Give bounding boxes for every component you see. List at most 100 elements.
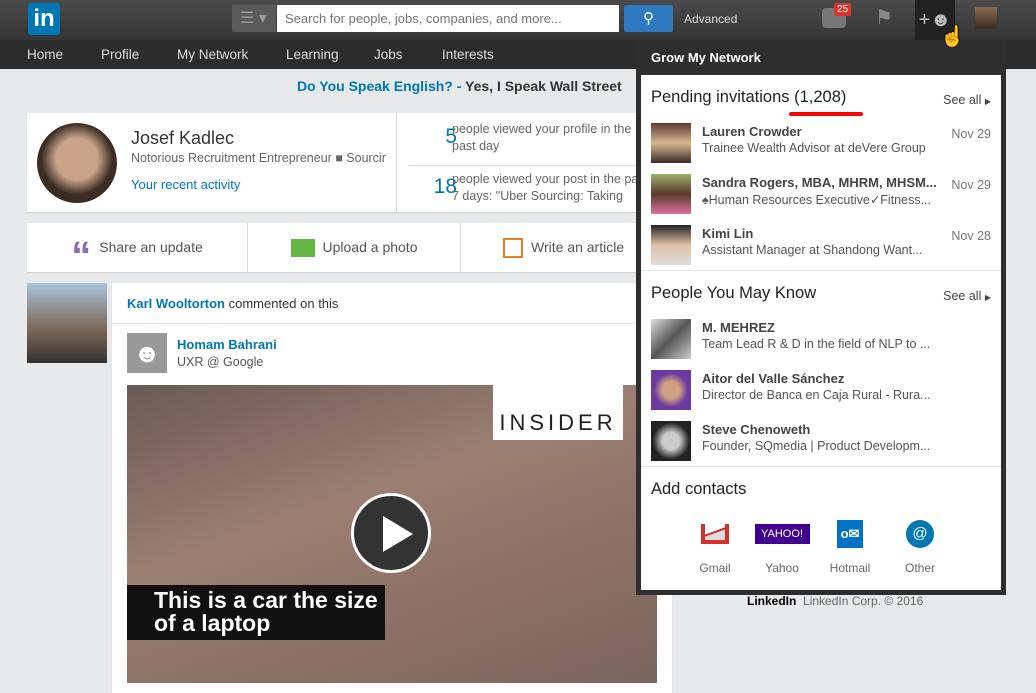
caret-right-icon: ▶ [984, 97, 991, 106]
share-update-button[interactable]: “ Share an update [27, 223, 248, 272]
nav-jobs[interactable]: Jobs [374, 47, 403, 62]
post-views-text[interactable]: people viewed your post in the past 7 day… [452, 171, 642, 205]
feed-action: commented on this [224, 296, 339, 311]
search-category-menu-icon[interactable]: ☰ ▾ [232, 5, 276, 32]
profile-name[interactable]: Josef Kadlec [131, 128, 234, 149]
person-name[interactable]: Kimi Lin [702, 226, 942, 241]
profile-views-text[interactable]: people viewed your profile in the past da… [452, 121, 642, 155]
see-all-label: See all [943, 289, 982, 303]
edit-icon [503, 238, 523, 259]
copyright: LinkedIn Corp. © 2016 [803, 594, 924, 608]
pymk-item[interactable]: M. MEHREZ Team Lead R & D in the field of… [651, 319, 996, 361]
contact-label: Yahoo [765, 561, 799, 575]
promo-banner[interactable]: Do You Speak English? - Yes, I Speak Wal… [297, 78, 622, 94]
person-headline: Trainee Wealth Advisor at deVere Group [702, 141, 926, 155]
actor-photo[interactable] [27, 283, 107, 363]
invitation-item[interactable]: Lauren Crowder Trainee Wealth Advisor at … [651, 123, 996, 165]
actor-name-link[interactable]: Karl Wooltorton [127, 296, 225, 311]
nav-interests[interactable]: Interests [442, 47, 494, 62]
share-label: Share an update [99, 239, 203, 255]
author-headline: UXR @ Google [177, 355, 264, 369]
share-label: Write an article [531, 239, 625, 255]
profile-card: Josef Kadlec Notorious Recruitment Entre… [27, 113, 647, 212]
person-name[interactable]: Lauren Crowder [702, 124, 942, 139]
gmail-icon [701, 524, 729, 544]
dropdown-body: Pending invitations (1,208) See all ▶ La… [641, 75, 1001, 590]
gmail-button[interactable]: Gmail [680, 520, 750, 575]
pending-see-all-link[interactable]: See all ▶ [943, 93, 991, 107]
person-photo [651, 370, 691, 410]
invitation-item[interactable]: Kimi Lin Assistant Manager at Shandong Wa… [651, 225, 996, 267]
messages-badge: 25 [834, 3, 852, 16]
flag-icon[interactable]: ⚑ [875, 8, 893, 28]
stat-line: people viewed your post in the past [452, 172, 642, 186]
write-article-button[interactable]: Write an article [461, 223, 647, 272]
person-headline: Founder, SQmedia | Product Developm... [702, 439, 931, 453]
caret-right-icon: ▶ [984, 293, 991, 302]
pymk-item[interactable]: Aitor del Valle Sánchez Director de Banca… [651, 370, 996, 412]
add-contacts-title: Add contacts [651, 480, 747, 498]
person-photo [651, 225, 691, 265]
nav-home[interactable]: Home [27, 47, 63, 62]
share-box: “ Share an update Upload a photo Write an… [27, 223, 647, 272]
person-headline: Director de Banca en Caja Rural - Rura..… [702, 388, 931, 402]
nav-my-network[interactable]: My Network [177, 47, 248, 62]
person-photo [651, 319, 691, 359]
photo-icon [290, 239, 315, 258]
author-name-link[interactable]: Homam Bahrani [177, 337, 277, 352]
divider [641, 270, 1001, 271]
person-photo [651, 421, 691, 461]
pending-invitations-title[interactable]: Pending invitations (1,208) [651, 88, 846, 107]
divider [112, 323, 672, 324]
person-name[interactable]: Sandra Rogers, MBA, MHRM, MHSM... [702, 175, 942, 190]
quote-icon: “ [71, 234, 92, 272]
nav-learning[interactable]: Learning [286, 47, 339, 62]
promo-link[interactable]: Do You Speak English? - [297, 78, 461, 94]
hotmail-button[interactable]: o✉ Hotmail [815, 520, 885, 575]
pymk-see-all-link[interactable]: See all ▶ [943, 289, 991, 303]
person-name[interactable]: Aitor del Valle Sánchez [702, 371, 942, 386]
other-button[interactable]: @ Other [885, 520, 955, 575]
divider [409, 165, 647, 166]
yahoo-button[interactable]: YAHOO! Yahoo [747, 520, 817, 575]
stat-line: past day [452, 139, 500, 153]
invitation-item[interactable]: Sandra Rogers, MBA, MHRM, MHSM... ♠Human … [651, 174, 996, 216]
video-caption: This is a car the size of a laptop [127, 585, 385, 640]
person-photo [651, 123, 691, 163]
play-icon[interactable] [351, 493, 431, 573]
invitation-date: Nov 29 [951, 178, 991, 192]
recent-activity-link[interactable]: Your recent activity [131, 177, 240, 192]
pymk-title[interactable]: People You May Know [651, 284, 816, 303]
contact-label: Other [904, 561, 935, 575]
stat-line: people viewed your profile in the [452, 122, 632, 136]
contact-label: Hotmail [829, 561, 871, 575]
at-icon: @ [906, 520, 934, 548]
linkedin-logo[interactable]: in [28, 3, 60, 35]
divider [641, 466, 1001, 467]
invitation-date: Nov 29 [951, 127, 991, 141]
default-avatar-icon[interactable]: ☻ [127, 333, 167, 373]
footer-logo: LinkedIn [747, 594, 797, 608]
person-name[interactable]: M. MEHREZ [702, 320, 942, 335]
profile-headline: Notorious Recruitment Entrepreneur ■ Sou… [131, 151, 386, 165]
person-headline: Team Lead R & D in the field of NLP to .… [702, 337, 931, 351]
pymk-item[interactable]: Steve Chenoweth Founder, SQmedia | Produc… [651, 421, 996, 463]
video-thumbnail[interactable]: INSIDER This is a car the size of a lapt… [127, 385, 657, 683]
profile-photo[interactable] [37, 123, 117, 203]
person-headline: ♠Human Resources Executive✓Fitness... [702, 193, 932, 207]
search-icon: ⚲ [643, 10, 654, 27]
profile-views-count[interactable]: 5 [417, 125, 457, 149]
search-input[interactable] [277, 5, 619, 32]
feed-header: Karl Wooltorton commented on this [127, 296, 338, 311]
search-button[interactable]: ⚲ [624, 5, 673, 32]
post-views-count[interactable]: 18 [417, 175, 457, 199]
person-name[interactable]: Steve Chenoweth [702, 422, 942, 437]
upload-photo-button[interactable]: Upload a photo [248, 223, 461, 272]
advanced-search-link[interactable]: Advanced [684, 12, 737, 26]
yahoo-icon: YAHOO! [754, 524, 810, 544]
share-label: Upload a photo [322, 239, 418, 255]
avatar[interactable] [975, 7, 997, 29]
nav-profile[interactable]: Profile [101, 47, 139, 62]
contact-label: Gmail [699, 561, 731, 575]
insider-logo: INSIDER [493, 385, 623, 440]
